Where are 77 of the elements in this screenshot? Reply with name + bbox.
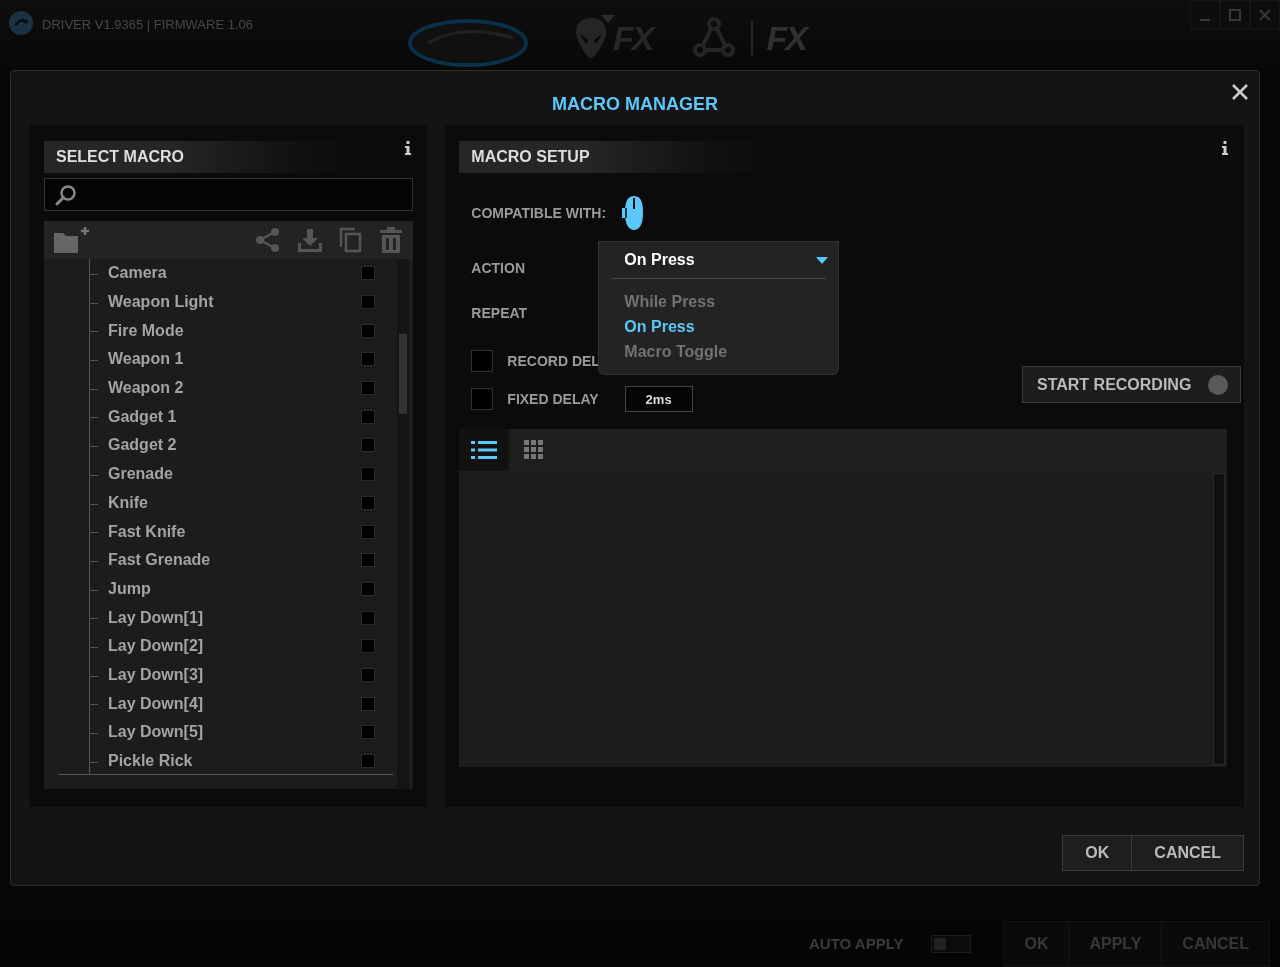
macro-name[interactable]: Lay Down[2]	[108, 637, 204, 656]
logo-icon	[8, 10, 34, 36]
maximize-button[interactable]	[1220, 0, 1250, 30]
macro-name[interactable]: Lay Down[1]	[108, 608, 204, 627]
delay-input[interactable]: 2ms	[624, 386, 693, 412]
macro-name[interactable]: Camera	[108, 264, 167, 283]
minimize-button[interactable]	[1190, 0, 1220, 30]
caret-icon	[601, 15, 615, 23]
macro-checkbox[interactable]	[361, 438, 376, 453]
share-icon[interactable]	[255, 227, 282, 253]
auto-apply-toggle[interactable]	[931, 934, 972, 953]
macro-name[interactable]: Fast Knife	[108, 522, 186, 541]
macro-checkbox[interactable]	[361, 266, 376, 281]
info-icon	[1222, 141, 1228, 155]
macro-name[interactable]: Knife	[108, 493, 148, 512]
macro-checkbox[interactable]	[361, 495, 376, 510]
macro-checkbox[interactable]	[361, 725, 376, 740]
macro-checkbox[interactable]	[361, 409, 376, 424]
maximize-icon	[1229, 9, 1241, 21]
minimize-icon	[1200, 19, 1210, 21]
action-dropdown[interactable]: On Press While Press On Press Macro Toggle	[598, 241, 840, 375]
dialog-title: MACRO MANAGER	[552, 93, 718, 115]
grid-icon	[524, 440, 545, 460]
macro-checkbox[interactable]	[361, 381, 376, 396]
macro-name[interactable]: Grenade	[108, 465, 173, 484]
app-title: DRIVER V1.9365 | FIRMWARE 1.06	[42, 17, 253, 32]
action-label: ACTION	[471, 260, 525, 276]
record-delay-label: RECORD DEL	[507, 353, 600, 369]
macro-checkbox[interactable]	[361, 553, 376, 568]
info-icon	[405, 141, 412, 155]
repeat-label: REPEAT	[471, 305, 528, 321]
download-icon[interactable]	[297, 227, 324, 253]
macro-checkbox[interactable]	[361, 696, 376, 711]
caret-icon	[816, 256, 829, 264]
macro-checkbox[interactable]	[361, 323, 376, 338]
macro-name[interactable]: Gadget 1	[108, 407, 177, 426]
record-delay-checkbox[interactable]	[471, 350, 494, 372]
macro-name[interactable]: Pickle Rick	[108, 752, 193, 771]
fixed-delay-checkbox[interactable]	[471, 388, 494, 410]
panel-title: MACRO SETUP	[471, 148, 590, 166]
macro-name[interactable]: Lay Down[5]	[108, 723, 204, 742]
macro-name[interactable]: Weapon 2	[108, 379, 184, 398]
trash-icon[interactable]	[379, 227, 404, 253]
macro-name[interactable]: Lay Down[3]	[108, 665, 204, 684]
copy-icon[interactable]	[339, 227, 364, 253]
macro-name[interactable]: Weapon Light	[108, 293, 214, 312]
compatible-label: COMPATIBLE WITH:	[471, 205, 607, 221]
macro-name[interactable]: Fast Grenade	[108, 551, 211, 570]
search-icon	[55, 183, 77, 206]
macro-checkbox[interactable]	[361, 524, 376, 539]
macro-name[interactable]: Lay Down[4]	[108, 694, 204, 713]
macro-checkbox[interactable]	[361, 295, 376, 310]
dropdown-value: On Press	[624, 251, 696, 269]
macro-name[interactable]: Jump	[108, 579, 151, 598]
record-dot-icon	[1208, 374, 1228, 395]
macro-checkbox[interactable]	[361, 467, 376, 482]
macro-name[interactable]: Weapon 1	[108, 350, 184, 369]
search-field[interactable]	[44, 178, 414, 211]
scrollbar[interactable]	[397, 259, 410, 789]
macro-checkbox[interactable]	[361, 639, 376, 654]
macro-checkbox[interactable]	[361, 581, 376, 596]
dialog-button[interactable]: CANCEL	[1132, 835, 1244, 871]
dropdown-option[interactable]: On Press	[599, 314, 839, 339]
fixed-delay-label: FIXED DELAY	[507, 391, 599, 407]
start-recording-button[interactable]: START RECORDING	[1022, 366, 1241, 403]
scrollbar[interactable]	[1213, 473, 1225, 765]
macro-checkbox[interactable]	[361, 352, 376, 367]
macro-checkbox[interactable]	[361, 610, 376, 625]
dialog-button[interactable]: OK	[1062, 835, 1133, 871]
macro-name[interactable]: Gadget 2	[108, 436, 177, 455]
close-icon	[1259, 9, 1271, 21]
macro-checkbox[interactable]	[361, 754, 376, 769]
view-tab[interactable]	[459, 429, 510, 471]
list-icon	[471, 440, 498, 460]
macro-checkbox[interactable]	[361, 667, 376, 682]
panel-title: SELECT MACRO	[56, 148, 184, 166]
macro-name[interactable]: Fire Mode	[108, 321, 184, 340]
